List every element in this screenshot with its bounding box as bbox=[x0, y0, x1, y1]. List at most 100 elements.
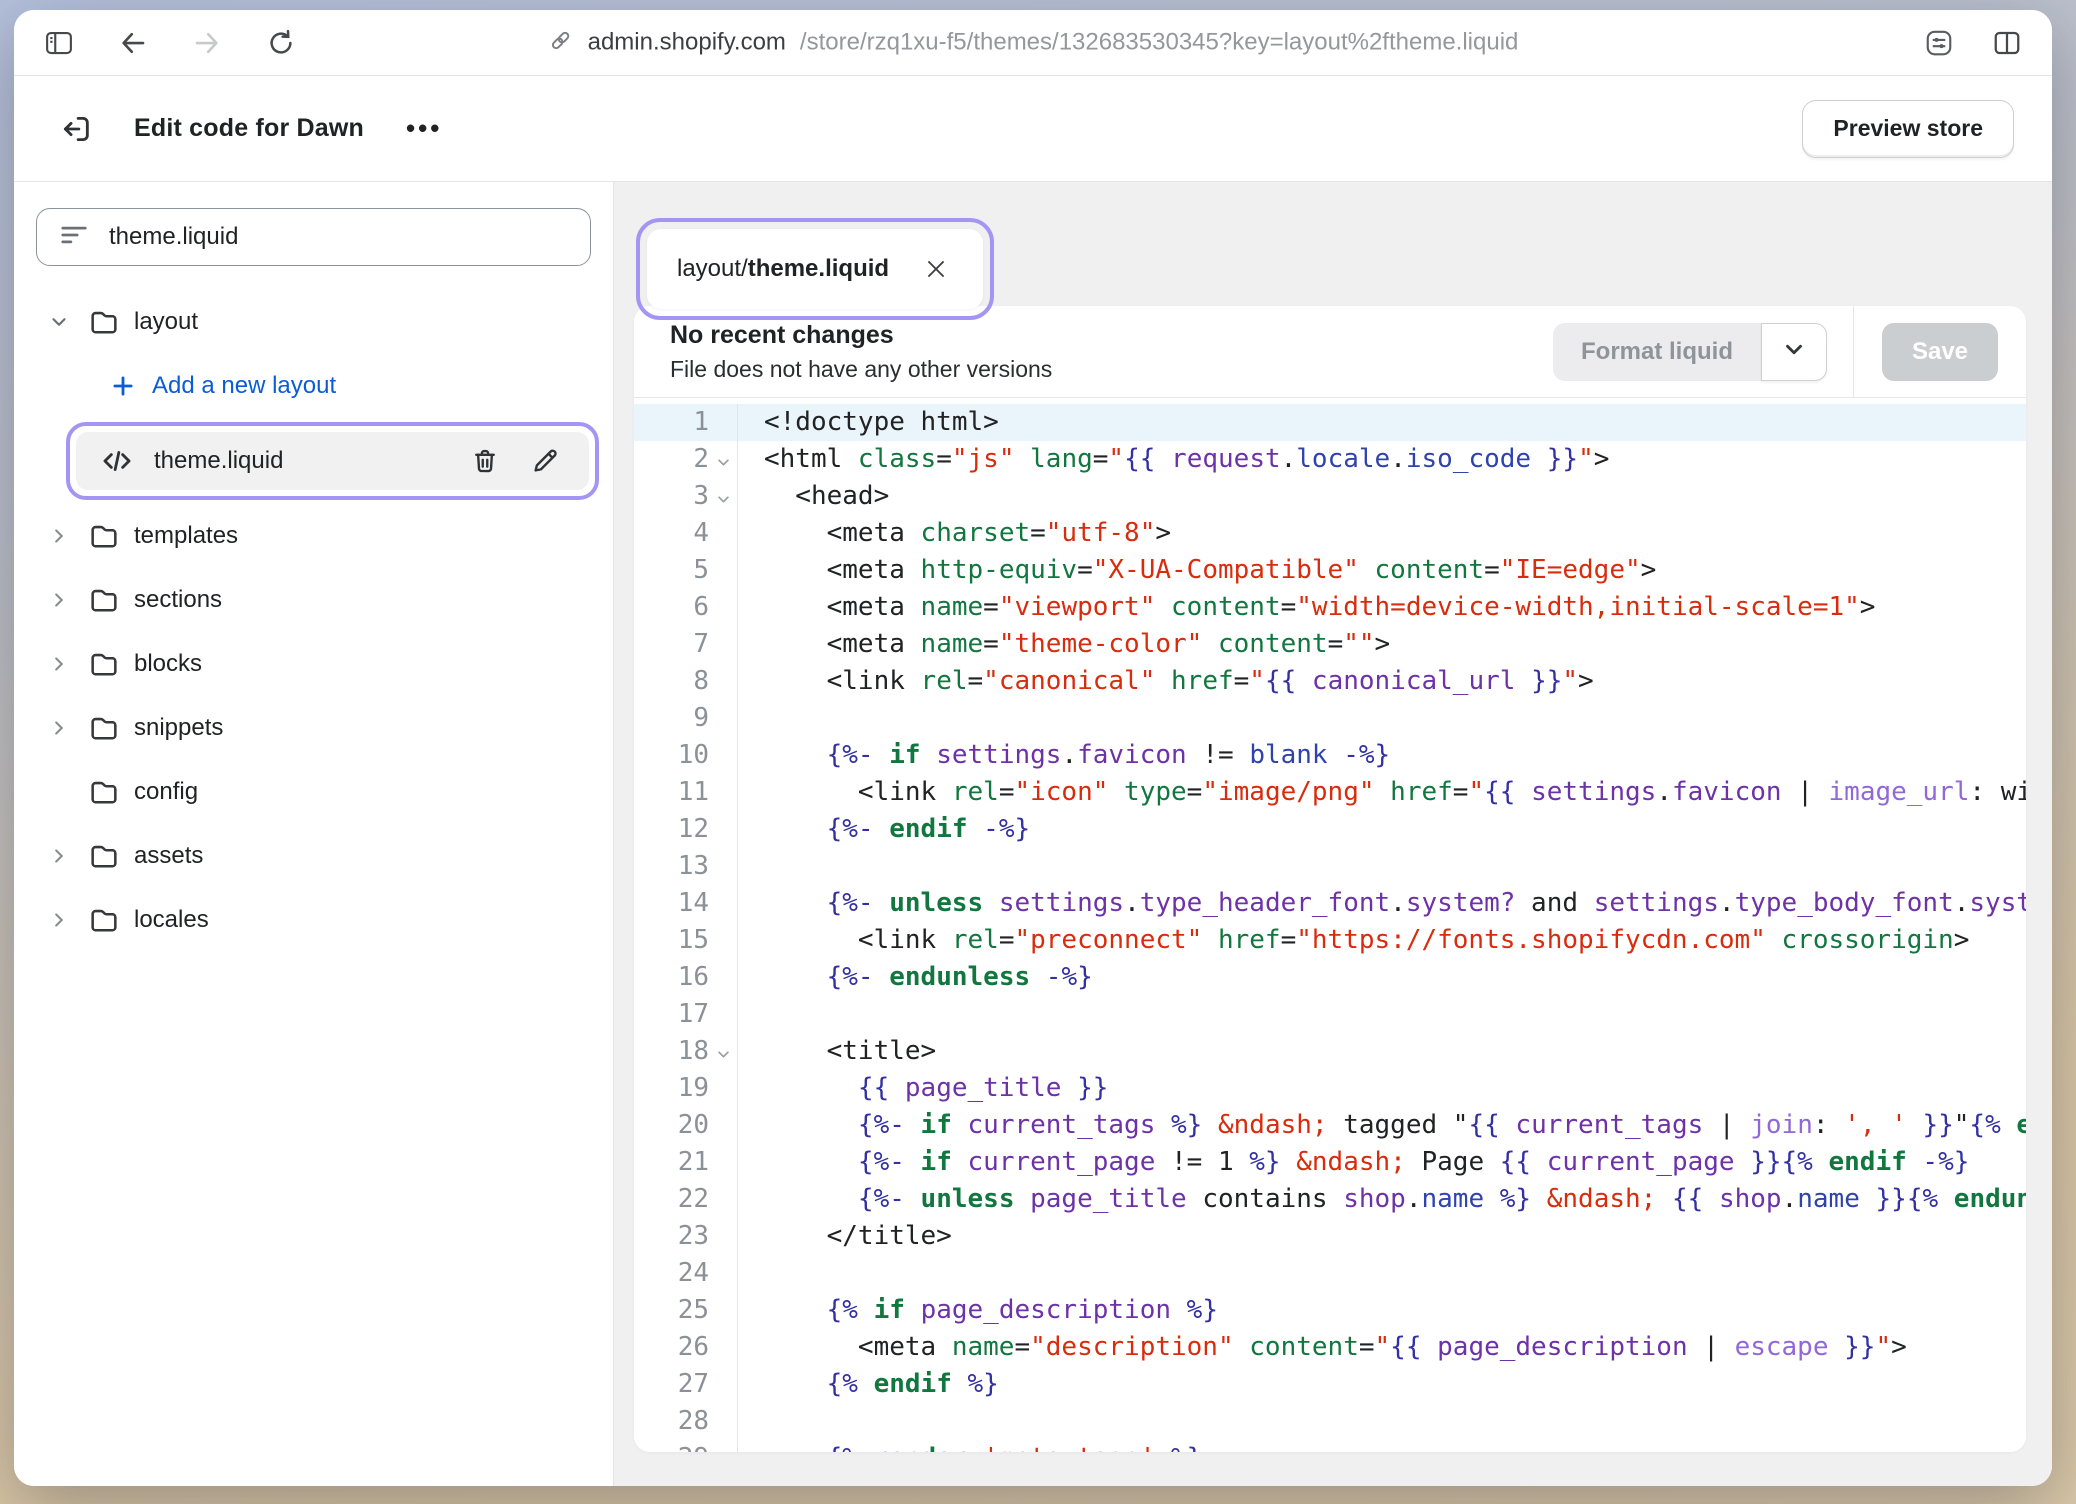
sidebar-folder-layout[interactable]: layout bbox=[14, 290, 613, 354]
tab-theme-liquid[interactable]: layout/theme.liquid bbox=[647, 229, 983, 309]
line-number: 16 bbox=[634, 959, 738, 996]
chevron-right-icon[interactable] bbox=[48, 845, 88, 867]
sidebar-folder-blocks[interactable]: blocks bbox=[14, 632, 613, 696]
code-line-25[interactable]: 25 {% if page_description %} bbox=[634, 1292, 2026, 1329]
code-text bbox=[738, 1403, 2026, 1440]
code-line-10[interactable]: 10 {%- if settings.favicon != blank -%} bbox=[634, 737, 2026, 774]
chevron-down-icon[interactable] bbox=[48, 311, 88, 333]
tab-highlight-ring: layout/theme.liquid bbox=[636, 218, 994, 320]
code-line-27[interactable]: 27 {% endif %} bbox=[634, 1366, 2026, 1403]
code-line-8[interactable]: 8 <link rel="canonical" href="{{ canonic… bbox=[634, 663, 2026, 700]
code-line-29[interactable]: 29 {% render 'meta-tags' %} bbox=[634, 1440, 2026, 1452]
rename-file-icon[interactable] bbox=[525, 441, 565, 481]
preview-store-button[interactable]: Preview store bbox=[1802, 100, 2014, 158]
line-number: 6 bbox=[634, 589, 738, 626]
close-icon[interactable] bbox=[919, 252, 953, 286]
chevron-right-icon[interactable] bbox=[48, 653, 88, 675]
save-button[interactable]: Save bbox=[1882, 323, 1998, 381]
sidebar-folder-sections[interactable]: sections bbox=[14, 568, 613, 632]
code-text: <meta name="description" content="{{ pag… bbox=[738, 1329, 2026, 1366]
line-number: 20 bbox=[634, 1107, 738, 1144]
chevron-right-icon[interactable] bbox=[48, 717, 88, 739]
code-line-2[interactable]: 2<html class="js" lang="{{ request.local… bbox=[634, 441, 2026, 478]
url-path: /store/rzq1xu-f5/themes/132683530345?key… bbox=[800, 29, 1518, 57]
chevron-right-icon[interactable] bbox=[48, 589, 88, 611]
code-line-12[interactable]: 12 {%- endif -%} bbox=[634, 811, 2026, 848]
code-line-19[interactable]: 19 {{ page_title }} bbox=[634, 1070, 2026, 1107]
chevron-right-icon[interactable] bbox=[48, 525, 88, 547]
code-line-18[interactable]: 18 <title> bbox=[634, 1033, 2026, 1070]
format-liquid-button[interactable]: Format liquid bbox=[1553, 323, 1761, 381]
folder-label: locales bbox=[134, 906, 209, 934]
line-number: 26 bbox=[634, 1329, 738, 1366]
browser-window: admin.shopify.com/store/rzq1xu-f5/themes… bbox=[14, 10, 2052, 1486]
code-text bbox=[738, 700, 2026, 737]
code-text: {%- endunless -%} bbox=[738, 959, 2026, 996]
sidebar-folder-locales[interactable]: locales bbox=[14, 888, 613, 952]
code-text: {%- if settings.favicon != blank -%} bbox=[738, 737, 2026, 774]
sidebar-toggle-icon[interactable] bbox=[42, 26, 76, 60]
format-liquid-dropdown[interactable] bbox=[1761, 323, 1827, 381]
line-number: 4 bbox=[634, 515, 738, 552]
line-number: 12 bbox=[634, 811, 738, 848]
code-line-13[interactable]: 13 bbox=[634, 848, 2026, 885]
code-line-3[interactable]: 3 <head> bbox=[634, 478, 2026, 515]
line-number: 13 bbox=[634, 848, 738, 885]
add-new-layout-button[interactable]: Add a new layout bbox=[14, 354, 613, 418]
code-line-24[interactable]: 24 bbox=[634, 1255, 2026, 1292]
sidebar-folder-config[interactable]: config bbox=[14, 760, 613, 824]
code-line-7[interactable]: 7 <meta name="theme-color" content=""> bbox=[634, 626, 2026, 663]
reload-icon[interactable] bbox=[264, 26, 298, 60]
code-line-28[interactable]: 28 bbox=[634, 1403, 2026, 1440]
file-search-input[interactable]: theme.liquid bbox=[36, 208, 591, 266]
code-text: {% endif %} bbox=[738, 1366, 2026, 1403]
code-line-14[interactable]: 14 {%- unless settings.type_header_font.… bbox=[634, 885, 2026, 922]
fold-toggle-icon[interactable] bbox=[709, 486, 737, 507]
code-line-1[interactable]: 1<!doctype html> bbox=[634, 404, 2026, 441]
code-line-4[interactable]: 4 <meta charset="utf-8"> bbox=[634, 515, 2026, 552]
delete-file-icon[interactable] bbox=[465, 441, 505, 481]
page-title: Edit code for Dawn bbox=[134, 114, 364, 143]
sidebar-file-theme-liquid[interactable]: theme.liquid bbox=[76, 432, 589, 490]
overflow-menu-icon[interactable]: ••• bbox=[406, 113, 442, 144]
code-text: <link rel="preconnect" href="https://fon… bbox=[738, 922, 2026, 959]
chevron-down-icon bbox=[1781, 336, 1807, 367]
chevron-right-icon[interactable] bbox=[48, 909, 88, 931]
file-search-value: theme.liquid bbox=[109, 223, 238, 251]
back-icon[interactable] bbox=[116, 26, 150, 60]
code-line-6[interactable]: 6 <meta name="viewport" content="width=d… bbox=[634, 589, 2026, 626]
code-line-21[interactable]: 21 {%- if current_page != 1 %} &ndash; P… bbox=[634, 1144, 2026, 1181]
page-settings-icon[interactable] bbox=[1922, 26, 1956, 60]
code-line-20[interactable]: 20 {%- if current_tags %} &ndash; tagged… bbox=[634, 1107, 2026, 1144]
exit-icon[interactable] bbox=[56, 109, 96, 149]
address-bar[interactable]: admin.shopify.com/store/rzq1xu-f5/themes… bbox=[548, 27, 1519, 58]
code-text: <title> bbox=[738, 1033, 2026, 1070]
code-icon bbox=[100, 444, 134, 478]
code-line-9[interactable]: 9 bbox=[634, 700, 2026, 737]
code-text: <!doctype html> bbox=[738, 404, 2026, 441]
line-number: 27 bbox=[634, 1366, 738, 1403]
line-number: 15 bbox=[634, 922, 738, 959]
folder-label: assets bbox=[134, 842, 203, 870]
code-line-17[interactable]: 17 bbox=[634, 996, 2026, 1033]
code-line-22[interactable]: 22 {%- unless page_title contains shop.n… bbox=[634, 1181, 2026, 1218]
forward-icon[interactable] bbox=[190, 26, 224, 60]
code-text: <meta name="viewport" content="width=dev… bbox=[738, 589, 2026, 626]
folder-icon bbox=[88, 306, 134, 338]
line-number: 11 bbox=[634, 774, 738, 811]
code-line-11[interactable]: 11 <link rel="icon" type="image/png" hre… bbox=[634, 774, 2026, 811]
code-line-15[interactable]: 15 <link rel="preconnect" href="https://… bbox=[634, 922, 2026, 959]
code-line-23[interactable]: 23 </title> bbox=[634, 1218, 2026, 1255]
sidebar-folder-assets[interactable]: assets bbox=[14, 824, 613, 888]
code-line-16[interactable]: 16 {%- endunless -%} bbox=[634, 959, 2026, 996]
fold-toggle-icon[interactable] bbox=[709, 449, 737, 470]
split-view-icon[interactable] bbox=[1990, 26, 2024, 60]
sidebar-folder-templates[interactable]: templates bbox=[14, 504, 613, 568]
code-line-26[interactable]: 26 <meta name="description" content="{{ … bbox=[634, 1329, 2026, 1366]
fold-toggle-icon[interactable] bbox=[709, 1041, 737, 1062]
code-line-5[interactable]: 5 <meta http-equiv="X-UA-Compatible" con… bbox=[634, 552, 2026, 589]
sidebar-folder-snippets[interactable]: snippets bbox=[14, 696, 613, 760]
code-text bbox=[738, 1255, 2026, 1292]
code-view[interactable]: 1<!doctype html>2<html class="js" lang="… bbox=[634, 398, 2026, 1452]
folder-label: sections bbox=[134, 586, 222, 614]
